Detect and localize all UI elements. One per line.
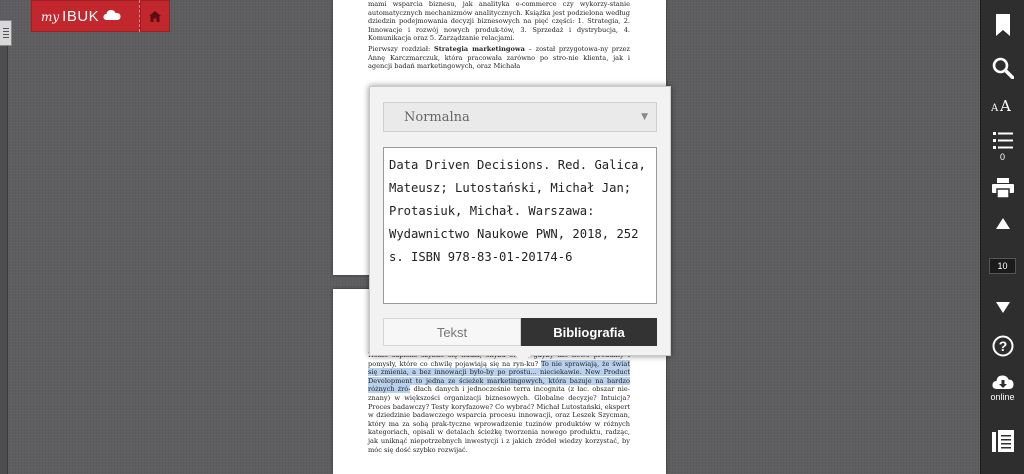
citation-text[interactable]: Data Driven Decisions. Red. Galica, Mate… [383, 147, 657, 304]
sidebar-toggle[interactable] [0, 20, 12, 46]
list-icon [992, 132, 1013, 149]
dropdown-arrow-icon: ▼ [641, 112, 648, 122]
page-1-paragraph: Pierwszy rozdział: Strategia marketingow… [368, 44, 630, 71]
page-2-rest: dłach danych i jednocześnie terra incogn… [368, 385, 630, 454]
ibuk-logo[interactable]: my IBUK [31, 0, 170, 32]
grip-line [2, 28, 9, 29]
notes-button[interactable] [981, 430, 1024, 452]
popup-pointer [515, 355, 531, 363]
page-2-text: Homo sapiens szybko się nudzi, chyba świ… [368, 351, 630, 456]
page-1-paragraph: mami wsparcia biznesu, jak analityka e-c… [368, 0, 630, 43]
citation-style-value: Normalna [404, 109, 470, 125]
cloud-icon [103, 9, 121, 20]
page-down-button[interactable] [981, 302, 1024, 313]
svg-text:A: A [999, 97, 1011, 112]
help-icon: ? [992, 335, 1013, 357]
grip-line [2, 34, 9, 35]
arrow-up-icon [995, 218, 1010, 229]
brand: my IBUK [32, 8, 136, 25]
page-2-paragraph: Homo sapiens szybko się nudzi, chyba świ… [368, 351, 630, 454]
bold-phrase: Strategia marketingowa [433, 44, 525, 53]
page-up-button[interactable] [981, 218, 1024, 229]
left-rail [0, 46, 8, 474]
cloud-download-icon [991, 375, 1013, 389]
logo-ibuk: IBUK [62, 7, 100, 25]
grip-line [2, 37, 9, 38]
notes-icon [991, 430, 1014, 452]
arrow-down-icon [995, 302, 1010, 313]
help-button[interactable]: ? [981, 335, 1024, 357]
toc-count: 0 [999, 152, 1005, 162]
print-icon [991, 178, 1014, 198]
search-button[interactable] [981, 57, 1024, 79]
citation-tabs: Tekst Bibliografia [383, 318, 657, 346]
page-number-input[interactable]: 10 [989, 258, 1016, 274]
home-button[interactable] [141, 0, 169, 32]
print-button[interactable] [981, 178, 1024, 198]
search-icon [992, 57, 1014, 79]
font-size-button[interactable]: A A [981, 96, 1024, 112]
toc-button[interactable]: 0 [981, 132, 1024, 162]
right-toolbar: A A 0 10 ? online [980, 0, 1024, 474]
bookmark-icon [995, 14, 1010, 36]
svg-text:A: A [991, 103, 999, 112]
tab-bibliografia[interactable]: Bibliografia [521, 318, 657, 346]
grip-line [2, 31, 9, 32]
svg-text:?: ? [998, 338, 1007, 354]
logo-my: my [41, 9, 60, 24]
page-1-text: mami wsparcia biznesu, jak analityka e-c… [368, 0, 630, 73]
bookmark-button[interactable] [981, 14, 1024, 36]
tab-tekst[interactable]: Tekst [383, 318, 521, 346]
online-label: online [990, 392, 1015, 402]
online-button[interactable]: online [981, 374, 1024, 402]
font-size-icon: A A [991, 97, 1011, 112]
citation-style-select[interactable]: Normalna ▼ [383, 102, 657, 132]
home-icon [148, 10, 161, 22]
citation-popup: Normalna ▼ Data Driven Decisions. Red. G… [369, 86, 671, 363]
